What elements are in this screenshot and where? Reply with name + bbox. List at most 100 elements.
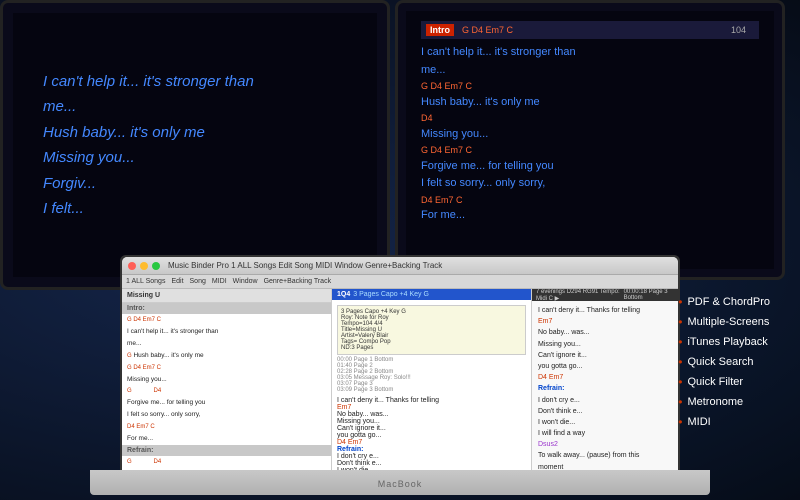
bullet-icon: • — [678, 295, 682, 309]
tv-left: I can't help it... it's stronger than me… — [0, 0, 390, 290]
pm-header-info: 3 Pages Capo +4 Key G — [353, 291, 429, 298]
pm-header-id: 1Q4 — [337, 291, 350, 298]
pr-line3: Missing you... — [538, 339, 672, 350]
pr-line10: To walk away... (pause) from this — [538, 450, 672, 461]
macbook: Music Binder Pro 1 ALL Songs Edit Song M… — [90, 255, 710, 495]
titlebar-text: Music Binder Pro 1 ALL Songs Edit Song M… — [168, 261, 672, 270]
bullet-icon: • — [678, 355, 682, 369]
menu-midi[interactable]: MIDI — [212, 278, 227, 285]
tv-left-line6: I felt... — [43, 196, 347, 222]
pm-line6: I don't cry e... — [337, 453, 526, 460]
app-titlebar: Music Binder Pro 1 ALL Songs Edit Song M… — [122, 257, 678, 275]
tv-left-line2: me... — [43, 94, 347, 120]
pr-chord1: Em7 — [538, 316, 672, 327]
feature-label: Metronome — [687, 396, 743, 408]
bullet-icon: • — [678, 395, 682, 409]
feature-quick-search: • Quick Search — [678, 355, 770, 369]
song-line: G D4 Em7 C — [122, 362, 331, 374]
menu-window[interactable]: Window — [233, 278, 258, 285]
tvr-line5: Forgive me... for telling you — [421, 158, 759, 176]
pm-info-box: 3 Pages Capo +4 Key G Roy: Note for Roy … — [337, 305, 526, 355]
minimize-button[interactable] — [140, 262, 148, 270]
tvr-chord1: G D4 Em7 C — [421, 79, 759, 93]
pm-refrain: Refrain: — [337, 446, 526, 453]
pm-line5: you gotta go... — [337, 432, 526, 439]
pm-line2: No baby... was... — [337, 411, 526, 418]
macbook-label: MacBook — [378, 479, 423, 489]
pm-line7: Don't think e... — [337, 460, 526, 467]
tv-right-content: I can't help it... it's stronger than me… — [421, 44, 759, 225]
feature-label: Multiple-Screens — [687, 316, 769, 328]
pr-chord3: Dsus2 — [538, 439, 672, 450]
timestamp-5: 03:09 Page 3 Bottom — [337, 387, 526, 393]
pr-line2: No baby... was... — [538, 327, 672, 338]
pr-time: 00:00:18 Page 3 Bottom — [624, 289, 674, 301]
tvr-line4: Missing you... — [421, 126, 759, 144]
app-content: Missing U Intro: G D4 Em7 C I can't help… — [122, 289, 678, 470]
menu-song[interactable]: Song — [190, 278, 206, 285]
pm-song-content: I can't deny it... Thanks for telling Em… — [337, 397, 526, 470]
feature-label: Quick Filter — [687, 376, 743, 388]
macbook-app: Music Binder Pro 1 ALL Songs Edit Song M… — [122, 257, 678, 470]
pr-line1: I can't deny it... Thanks for telling — [538, 305, 672, 316]
tvr-line6: I felt so sorry... only sorry, — [421, 175, 759, 193]
pr-line7: Don't think e... — [538, 406, 672, 417]
song-line: G D4 — [122, 385, 331, 397]
refrain-label: Refrain: — [122, 445, 331, 456]
feature-label: iTunes Playback — [687, 336, 767, 348]
tvr-chord4: D4 Em7 C — [421, 193, 759, 207]
pr-line4: Can't ignore it... — [538, 350, 672, 361]
tv-left-line5: Forgiv... — [43, 171, 347, 197]
tv-left-line1: I can't help it... it's stronger than — [43, 69, 347, 95]
pr-line11: moment — [538, 462, 672, 470]
menu-all-songs[interactable]: 1 ALL Songs — [126, 278, 165, 285]
pm-line1: I can't deny it... Thanks for telling — [337, 397, 526, 404]
app-menubar: 1 ALL Songs Edit Song MIDI Window Genre+… — [122, 275, 678, 289]
tvr-chord3: G D4 Em7 C — [421, 143, 759, 157]
song-line: G D4 Em7 C — [122, 314, 331, 326]
bullet-icon: • — [678, 315, 682, 329]
bullet-icon: • — [678, 415, 682, 429]
panel-left: Missing U Intro: G D4 Em7 C I can't help… — [122, 289, 332, 470]
tvr-line2: me... — [421, 62, 759, 80]
tvr-line3: Hush baby... it's only me — [421, 94, 759, 112]
maximize-button[interactable] — [152, 262, 160, 270]
panel-middle-header: 1Q4 3 Pages Capo +4 Key G — [332, 289, 531, 300]
pr-small-bar: 7 evenings D294 RG91 Tempo: Midi C ▶ 00:… — [532, 289, 678, 301]
pr-line8: I won't die... — [538, 417, 672, 428]
tvr-line1: I can't help it... it's stronger than — [421, 44, 759, 62]
feature-itunes: • iTunes Playback — [678, 335, 770, 349]
pr-chord2: D4 Em7 — [538, 372, 672, 383]
pm-info-nd: ND:3 Pages — [341, 345, 522, 351]
tv-chord-badge: G D4 Em7 C — [462, 25, 513, 35]
tv-right-info: 104 — [731, 25, 746, 35]
close-button[interactable] — [128, 262, 136, 270]
pr-refrain: Refrain: — [538, 383, 672, 394]
pr-line6: I don't cry e... — [538, 395, 672, 406]
song-line: Forgive me... for telling you — [122, 397, 331, 409]
song-line: For me... — [122, 433, 331, 445]
tvr-chord2: D4 — [421, 111, 759, 125]
song-line: I can't help it... it's stronger than — [122, 326, 331, 338]
feature-midi: • MIDI — [678, 415, 770, 429]
pr-line9: I will find a way — [538, 428, 672, 439]
menu-edit[interactable]: Edit — [171, 278, 183, 285]
pm-chord2: D4 Em7 — [337, 439, 526, 446]
panel-middle: 1Q4 3 Pages Capo +4 Key G 3 Pages Capo +… — [332, 289, 532, 470]
tv-intro-badge: Intro — [426, 24, 454, 36]
tv-right-topbar: Intro G D4 Em7 C 104 — [421, 21, 759, 39]
song-line: G Hush baby... it's only me — [122, 350, 331, 362]
tvr-line7: For me... — [421, 207, 759, 225]
panel-right: 7 evenings D294 RG91 Tempo: Midi C ▶ 00:… — [532, 289, 678, 470]
song-line: G D4 — [122, 456, 331, 468]
macbook-screen: Music Binder Pro 1 ALL Songs Edit Song M… — [120, 255, 680, 470]
tv-left-line3: Hush baby... it's only me — [43, 120, 347, 146]
tv-left-line4: Missing you... — [43, 145, 347, 171]
feature-quick-filter: • Quick Filter — [678, 375, 770, 389]
song-line: D4 Em7 C — [122, 421, 331, 433]
tv-right: Intro G D4 Em7 C 104 I can't help it... … — [395, 0, 785, 280]
pr-bar-text: 7 evenings D294 RG91 Tempo: Midi C ▶ — [536, 289, 621, 302]
menu-genre[interactable]: Genre+Backing Track — [264, 278, 332, 285]
tv-right-screen: Intro G D4 Em7 C 104 I can't help it... … — [406, 11, 774, 269]
feature-label: MIDI — [687, 416, 710, 428]
